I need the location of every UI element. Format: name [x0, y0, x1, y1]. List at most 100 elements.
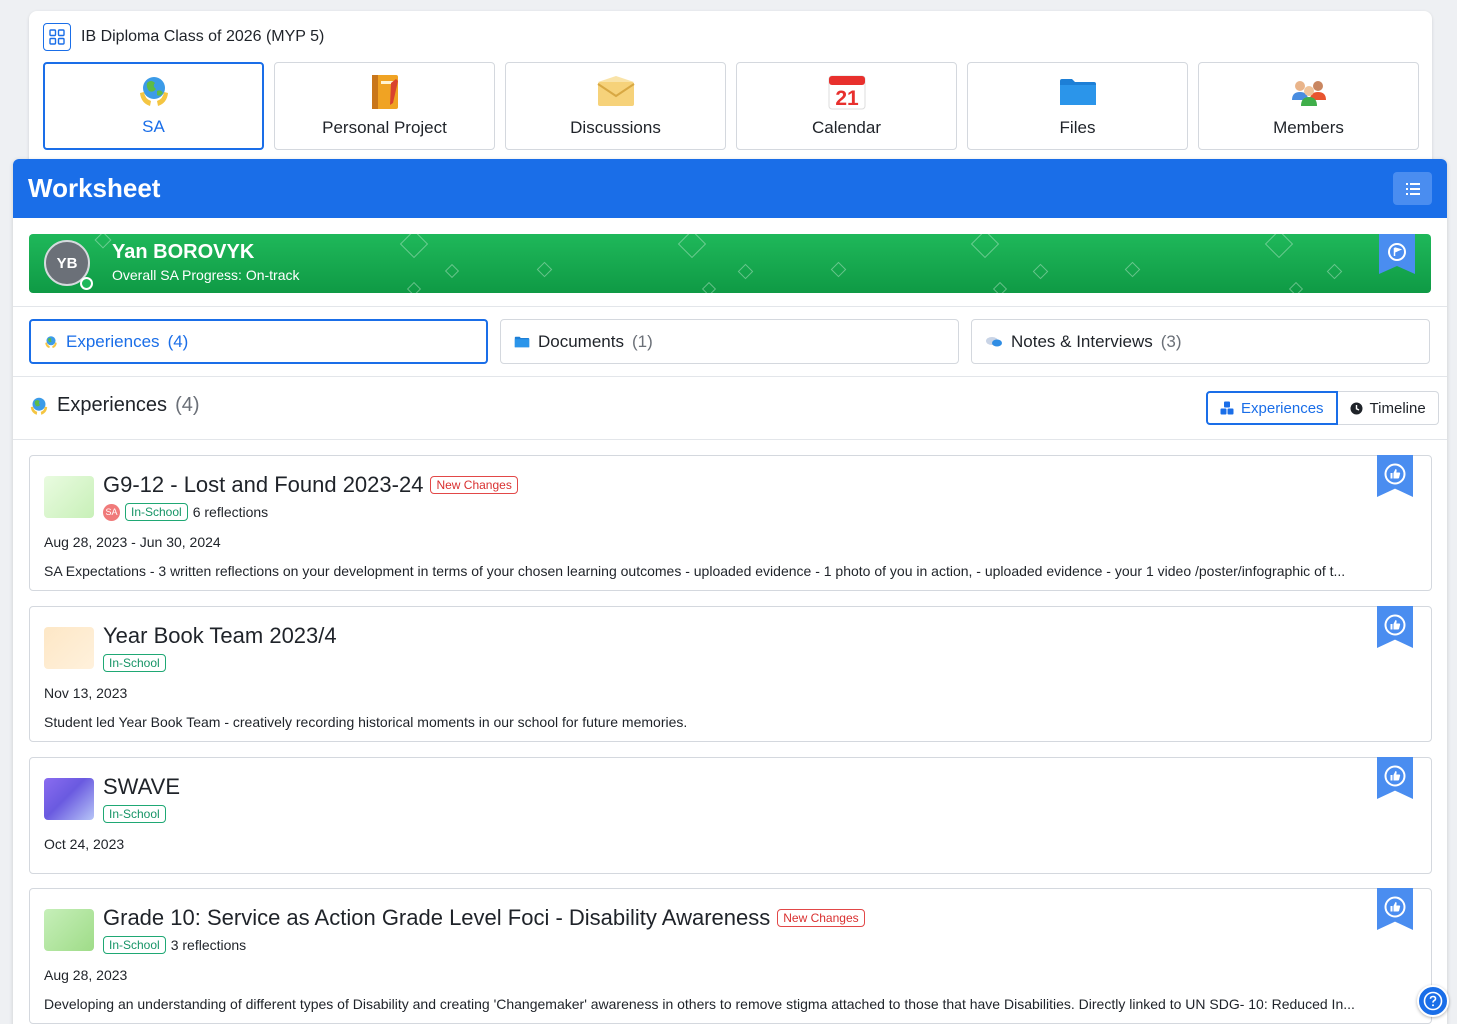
tab-count: (1): [631, 331, 653, 351]
experience-date: Aug 28, 2023: [44, 967, 128, 983]
tab-notes-interviews[interactable]: Notes & Interviews (3): [971, 319, 1430, 364]
banner-decoration: [1288, 281, 1304, 293]
apps-grid-button[interactable]: [43, 23, 71, 51]
banner-decoration: [1326, 263, 1343, 280]
sa-tag: SA: [103, 503, 120, 521]
envelope-icon: [596, 72, 636, 112]
student-banner: YB Yan BOROVYK Overall SA Progress: On-t…: [29, 234, 1431, 293]
experience-card[interactable]: Grade 10: Service as Action Grade Level …: [29, 888, 1432, 1024]
experience-card[interactable]: SWAVE In-School Oct 24, 2023: [29, 757, 1432, 874]
banner-decoration: [399, 234, 429, 259]
in-school-badge: In-School: [103, 654, 166, 672]
toggle-label: Experiences: [1241, 399, 1324, 417]
student-name[interactable]: Yan BOROVYK: [112, 241, 254, 264]
banner-decoration: [1124, 261, 1141, 278]
folder-icon: [1059, 72, 1097, 112]
banner-decoration: [1032, 263, 1049, 280]
like-ribbon-button[interactable]: [1377, 757, 1413, 799]
group-header: IB Diploma Class of 2026 (MYP 5): [43, 23, 324, 51]
worksheet-title: Worksheet: [28, 173, 161, 203]
app-tab-sa[interactable]: SA: [43, 62, 264, 150]
tab-label: Notes & Interviews: [1011, 331, 1153, 351]
online-status-dot: [80, 277, 93, 290]
help-button[interactable]: [1417, 985, 1449, 1017]
banner-decoration: [701, 281, 717, 293]
app-tab-files[interactable]: Files: [967, 62, 1188, 150]
experience-title[interactable]: SWAVE: [103, 774, 180, 800]
tab-count: (4): [167, 331, 189, 351]
view-experiences-button[interactable]: Experiences: [1206, 391, 1338, 425]
banner-decoration: [444, 263, 460, 279]
like-ribbon-button[interactable]: [1377, 455, 1413, 497]
experience-thumbnail: [44, 909, 94, 951]
tab-label: Experiences: [66, 331, 160, 351]
experience-thumbnail: [44, 476, 94, 518]
experience-card[interactable]: G9-12 - Lost and Found 2023-24 New Chang…: [29, 455, 1432, 591]
experience-thumbnail: [44, 627, 94, 669]
new-changes-badge: New Changes: [777, 909, 865, 927]
reflections-count: 6 reflections: [192, 504, 269, 520]
like-ribbon-button[interactable]: [1377, 888, 1413, 930]
app-tab-label: Calendar: [812, 118, 881, 137]
reflections-count: 3 reflections: [170, 937, 247, 953]
experience-title-row: SWAVE: [103, 774, 180, 800]
in-school-badge: In-School: [103, 936, 166, 954]
worksheet-menu-button[interactable]: [1393, 172, 1432, 205]
banner-decoration: [830, 261, 847, 278]
in-school-badge: In-School: [103, 805, 166, 823]
experience-date: Oct 24, 2023: [44, 836, 125, 852]
calendar-day: 21: [835, 87, 859, 110]
in-school-badge: In-School: [125, 503, 188, 521]
view-timeline-button[interactable]: Timeline: [1337, 391, 1439, 425]
experience-meta: In-School 3 reflections: [103, 936, 246, 954]
section-count: (4): [175, 394, 200, 416]
experience-title[interactable]: G9-12 - Lost and Found 2023-24: [103, 472, 423, 498]
calendar-icon: 21: [828, 72, 866, 112]
app-tab-members[interactable]: Members: [1198, 62, 1419, 150]
notebook-icon: [369, 72, 401, 112]
app-tab-discussions[interactable]: Discussions: [505, 62, 726, 150]
experience-description: Student led Year Book Team - creatively …: [44, 714, 688, 730]
divider: [13, 439, 1447, 440]
flag-icon: [1388, 243, 1406, 261]
experience-title[interactable]: Grade 10: Service as Action Grade Level …: [103, 905, 770, 931]
blocks-icon: [1220, 401, 1234, 415]
thumbs-up-icon: [1384, 463, 1406, 485]
experience-meta: In-School: [103, 805, 166, 823]
banner-decoration: [94, 234, 112, 249]
group-title: IB Diploma Class of 2026 (MYP 5): [81, 28, 325, 45]
app-tab-calendar[interactable]: 21 Calendar: [736, 62, 957, 150]
tab-count: (3): [1160, 331, 1182, 351]
experience-meta: In-School: [103, 654, 166, 672]
divider: [13, 306, 1447, 307]
banner-decoration: [970, 234, 1000, 259]
app-tab-label: Discussions: [570, 118, 661, 137]
app-tab-personal-project[interactable]: Personal Project: [274, 62, 495, 150]
clock-icon: [1350, 402, 1363, 414]
globe-hands-icon: [137, 71, 171, 111]
experience-title-row: G9-12 - Lost and Found 2023-24 New Chang…: [103, 472, 518, 498]
tab-documents[interactable]: Documents (1): [500, 319, 959, 364]
banner-decoration: [677, 234, 707, 259]
experience-date: Aug 28, 2023 - Jun 30, 2024: [44, 534, 221, 550]
experience-title-row: Year Book Team 2023/4: [103, 623, 337, 649]
folder-icon: [514, 336, 530, 347]
banner-decoration: [406, 281, 422, 293]
grid-icon: [49, 29, 65, 45]
worksheet-header: Worksheet: [13, 159, 1447, 218]
view-toggle: Experiences Timeline: [1206, 391, 1439, 425]
thumbs-up-icon: [1384, 614, 1406, 636]
experience-description: Developing an understanding of different…: [44, 996, 1355, 1012]
experience-thumbnail: [44, 778, 94, 820]
experience-title[interactable]: Year Book Team 2023/4: [103, 623, 337, 649]
sub-tabs: Experiences (4) Documents (1) Notes & In…: [29, 319, 1430, 364]
tab-experiences[interactable]: Experiences (4): [29, 319, 488, 364]
experience-card[interactable]: Year Book Team 2023/4 In-School Nov 13, …: [29, 606, 1432, 742]
globe-hands-icon: [30, 397, 48, 415]
people-icon: [1289, 72, 1329, 112]
section-title: Experiences: [57, 394, 168, 416]
flag-ribbon-button[interactable]: [1379, 234, 1415, 274]
like-ribbon-button[interactable]: [1377, 606, 1413, 648]
experience-description: SA Expectations - 3 written reflections …: [44, 563, 1346, 579]
app-tabs: SA Personal Project Discussions 21 Calen…: [43, 62, 1419, 150]
